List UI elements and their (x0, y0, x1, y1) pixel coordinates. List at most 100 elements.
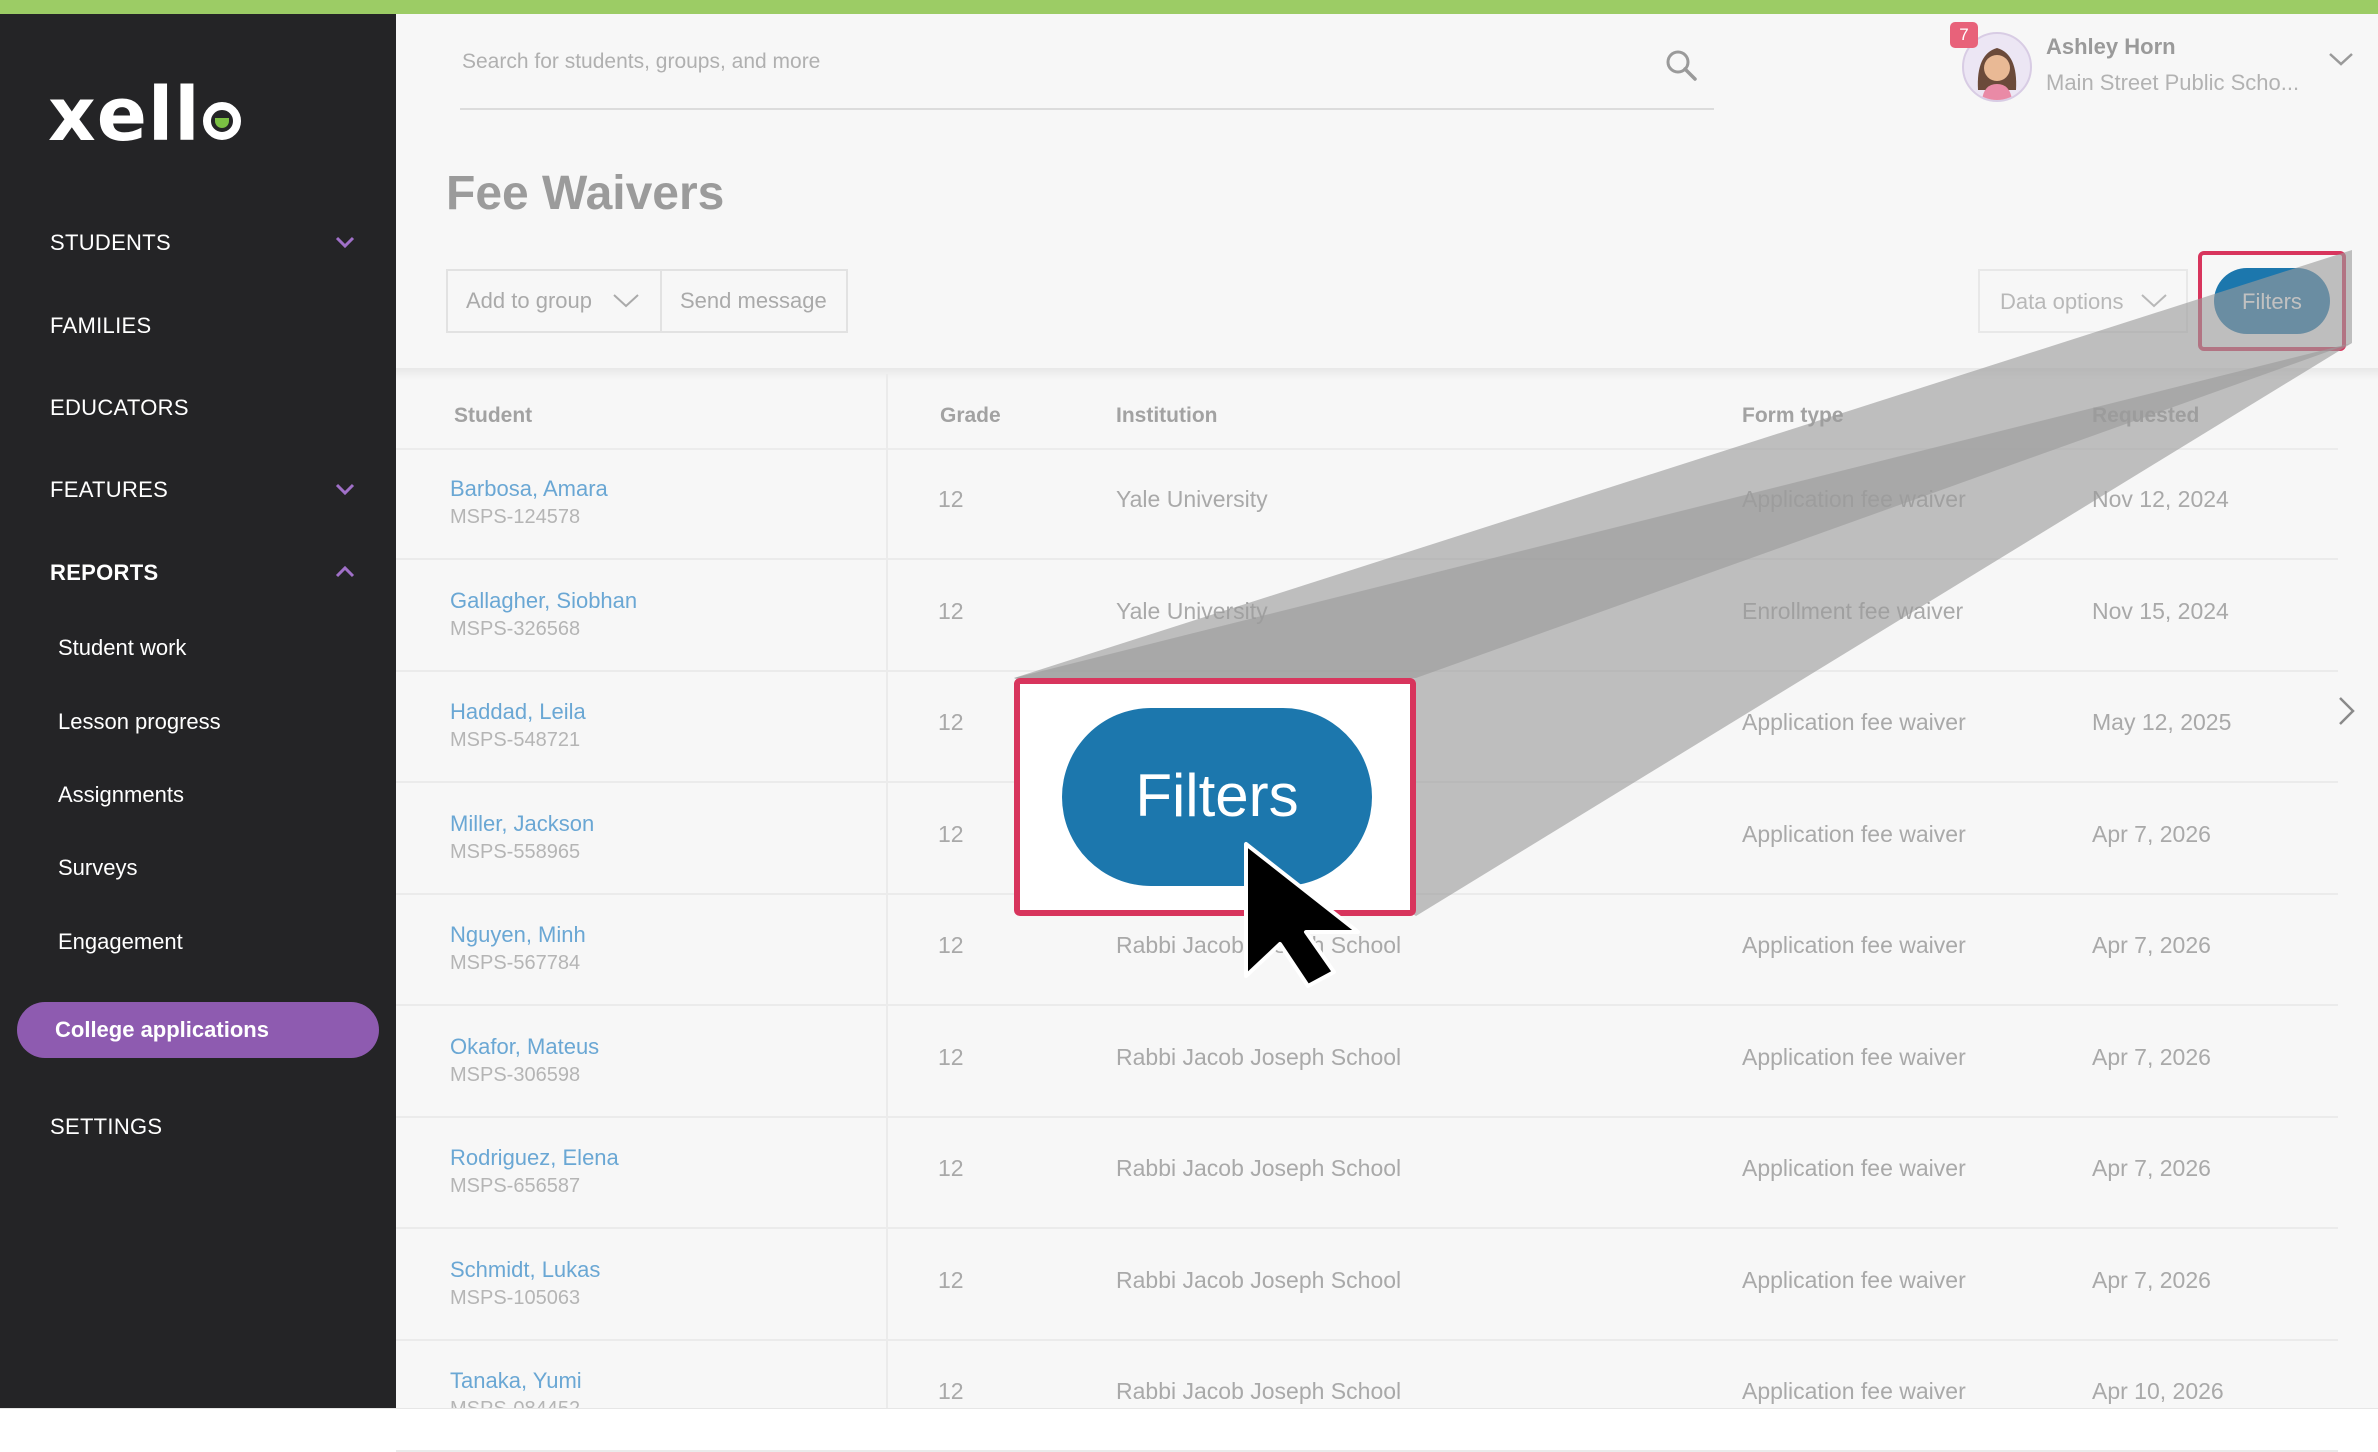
student-name-link[interactable]: Schmidt, Lukas (450, 1257, 600, 1283)
table-row[interactable]: Tanaka, YumiMSPS-08445212Rabbi Jacob Jos… (396, 1340, 2338, 1452)
chevron-down-icon[interactable] (335, 479, 355, 499)
subnav-surveys[interactable]: Surveys (58, 855, 137, 881)
grade-cell: 12 (938, 1044, 964, 1070)
requested-date-cell: Apr 7, 2026 (2092, 1267, 2211, 1293)
form-type-cell: Application fee waiver (1742, 1044, 1966, 1070)
subnav-college-applications[interactable]: College applications (17, 1002, 379, 1058)
form-type-cell: Application fee waiver (1742, 709, 1966, 735)
student-name-link[interactable]: Nguyen, Minh (450, 922, 586, 948)
grade-cell: 12 (938, 709, 964, 735)
column-header-requested[interactable]: Requested (2092, 404, 2199, 428)
student-name-link[interactable]: Rodriguez, Elena (450, 1145, 619, 1171)
nav-educators[interactable]: EDUCATORS (50, 395, 189, 421)
grade-cell: 12 (938, 598, 964, 624)
data-options-label: Data options (2000, 289, 2124, 314)
search-input[interactable]: Search for students, groups, and more (462, 50, 820, 74)
send-message-label: Send message (680, 288, 827, 313)
grade-cell: 12 (938, 821, 964, 847)
student-id: MSPS-105063 (450, 1287, 581, 1309)
add-to-group-button[interactable]: Add to group (448, 271, 662, 331)
table-header: Student Grade Institution Form type Requ… (396, 374, 2338, 450)
form-type-cell: Application fee waiver (1742, 486, 1966, 512)
institution-cell: Yale University (1116, 486, 1268, 512)
subnav-lesson-progress[interactable]: Lesson progress (58, 709, 221, 735)
form-type-cell: Application fee waiver (1742, 1155, 1966, 1181)
table-row[interactable]: Barbosa, Amara MSPS-124578 12 Yale Universi… (396, 448, 2338, 560)
student-id: MSPS-548721 (450, 729, 581, 751)
table-row[interactable]: Okafor, Mateus MSPS-306598 12 Rabbi Jacob J… (396, 1006, 2338, 1118)
requested-date-cell: May 12, 2025 (2092, 709, 2232, 735)
top-accent-bar (0, 0, 2378, 14)
subnav-engagement[interactable]: Engagement (58, 929, 183, 955)
notification-badge[interactable]: 7 (1950, 22, 1978, 48)
data-options-dropdown[interactable]: Data options (1978, 269, 2188, 333)
bottom-edge (0, 1408, 2378, 1421)
filters-highlight-box (2198, 251, 2346, 351)
student-name-link[interactable]: Gallagher, Siobhan (450, 588, 637, 614)
grade-cell: 12 (938, 1155, 964, 1181)
student-name-link[interactable]: Okafor, Mateus (450, 1034, 599, 1060)
zoomed-filters-label: Filters (1135, 762, 1299, 829)
add-to-group-label: Add to group (466, 288, 592, 313)
student-id: MSPS-326568 (450, 618, 581, 640)
requested-date-cell: Nov 15, 2024 (2092, 598, 2229, 624)
user-name[interactable]: Ashley Horn (2046, 34, 2176, 60)
send-message-button[interactable]: Send message (660, 271, 846, 331)
nav-reports[interactable]: REPORTS (50, 560, 158, 586)
table-row[interactable]: Rodriguez, Elena MSPS-656587 12 Rabbi Jacob… (396, 1117, 2338, 1229)
student-id: MSPS-567784 (450, 952, 581, 974)
student-name-link[interactable]: Haddad, Leila (450, 699, 586, 725)
institution-cell: Rabbi Jacob Joseph School (1116, 1378, 1402, 1404)
chevron-down-icon (613, 294, 639, 308)
nav-students[interactable]: STUDENTS (50, 230, 171, 256)
form-type-cell: Application fee waiver (1742, 932, 1966, 958)
chevron-down-icon (2141, 294, 2167, 308)
requested-date-cell: Apr 10, 2026 (2092, 1378, 2224, 1404)
action-button-group: Add to group Send message (446, 269, 848, 333)
institution-cell: Yale University (1116, 598, 1268, 624)
student-id: MSPS-124578 (450, 506, 581, 528)
requested-date-cell: Apr 7, 2026 (2092, 1044, 2211, 1070)
chevron-right-icon[interactable] (2336, 694, 2358, 728)
student-id: MSPS-558965 (450, 841, 581, 863)
grade-cell: 12 (938, 1267, 964, 1293)
xello-logo[interactable]: xell (48, 72, 241, 158)
column-header-institution[interactable]: Institution (1116, 404, 1217, 428)
table-row[interactable]: Gallagher, Siobhan MSPS-326568 12 Yale Univ… (396, 560, 2338, 672)
requested-date-cell: Nov 12, 2024 (2092, 486, 2229, 512)
subnav-college-applications-label: College applications (55, 1017, 269, 1042)
institution-cell: Rabbi Jacob Joseph School (1116, 1155, 1402, 1181)
form-type-cell: Enrollment fee waiver (1742, 598, 1964, 624)
column-header-student[interactable]: Student (454, 404, 532, 428)
student-name-link[interactable]: Tanaka, Yumi (450, 1368, 582, 1394)
subnav-student-work[interactable]: Student work (58, 635, 186, 661)
form-type-cell: Application fee waiver (1742, 821, 1966, 847)
column-header-form-type[interactable]: Form type (1742, 404, 1844, 428)
institution-cell: Rabbi Jacob Joseph School (1116, 1044, 1402, 1070)
form-type-cell: Application fee waiver (1742, 1378, 1966, 1404)
grade-cell: 12 (938, 486, 964, 512)
nav-settings[interactable]: SETTINGS (50, 1114, 162, 1140)
student-id: MSPS-306598 (450, 1064, 581, 1086)
table-row[interactable]: Schmidt, Lukas MSPS-105063 12 Rabbi Jacob J… (396, 1229, 2338, 1341)
column-header-grade[interactable]: Grade (940, 404, 1001, 428)
requested-date-cell: Apr 7, 2026 (2092, 932, 2211, 958)
nav-features[interactable]: FEATURES (50, 477, 168, 503)
search-icon[interactable] (1664, 48, 1698, 82)
subnav-assignments[interactable]: Assignments (58, 782, 184, 808)
student-name-link[interactable]: Barbosa, Amara (450, 476, 608, 502)
user-school: Main Street Public Scho... (2046, 70, 2300, 95)
form-type-cell: Application fee waiver (1742, 1267, 1966, 1293)
page-title: Fee Waivers (446, 167, 725, 220)
search-underline (460, 108, 1714, 110)
chevron-down-icon[interactable] (335, 232, 355, 252)
requested-date-cell: Apr 7, 2026 (2092, 821, 2211, 847)
grade-cell: 12 (938, 1378, 964, 1404)
student-id: MSPS-656587 (450, 1175, 581, 1197)
sidebar: xell STUDENTS FAMILIES EDUCATORS FEATURE… (0, 14, 396, 1408)
chevron-up-icon[interactable] (335, 562, 355, 582)
student-name-link[interactable]: Miller, Jackson (450, 811, 594, 837)
chevron-down-icon[interactable] (2328, 50, 2354, 68)
nav-families[interactable]: FAMILIES (50, 313, 151, 339)
institution-cell: Rabbi Jacob Joseph School (1116, 1267, 1402, 1293)
